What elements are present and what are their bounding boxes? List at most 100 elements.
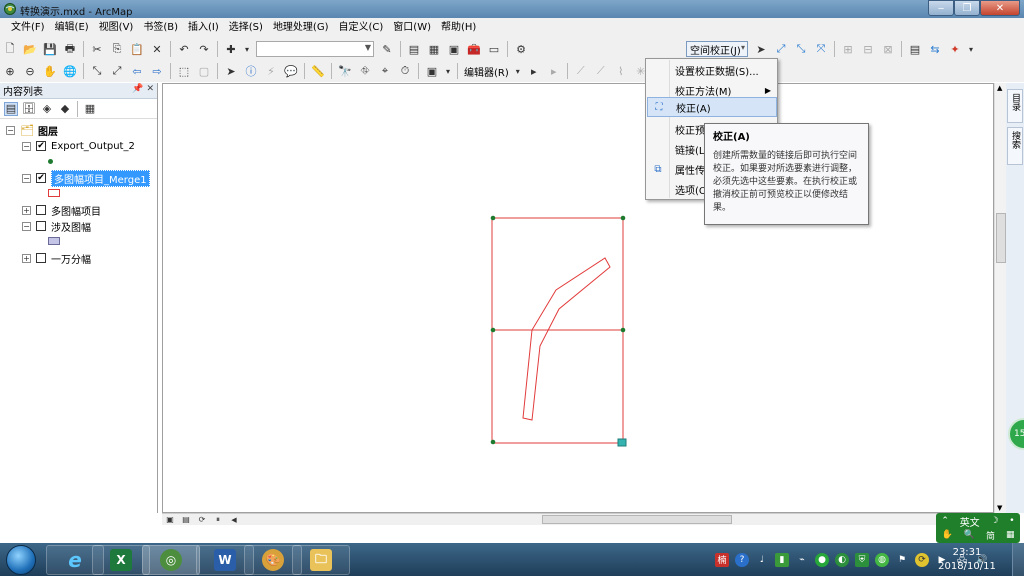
ime-grid-icon[interactable]: ▦ [1006, 530, 1015, 540]
map-scale-combo[interactable]: ▼ [256, 41, 374, 57]
identify-icon[interactable]: ⓘ [243, 63, 259, 79]
clear-selection-icon[interactable]: ▢ [196, 63, 212, 79]
pan-icon[interactable]: ✋ [42, 63, 58, 79]
vertex-point[interactable] [490, 439, 496, 445]
scroll-left-icon[interactable]: ◀ [228, 515, 240, 525]
edit-tool-icon[interactable]: ▸ [526, 63, 542, 79]
start-button[interactable] [6, 545, 36, 575]
layer-label[interactable]: 多图幅项目_Merge1 [51, 169, 150, 187]
map-vertical-scrollbar[interactable]: ▲ ▼ [994, 83, 1006, 513]
ime-toggle-icon[interactable]: ⌃ [941, 516, 949, 526]
time-slider-icon[interactable]: ⏱ [397, 63, 413, 79]
ime-language[interactable]: 英文 [960, 514, 980, 529]
catalog-tab[interactable]: 目录 [1007, 89, 1023, 123]
show-desktop-button[interactable] [1012, 543, 1024, 576]
print-icon[interactable]: 🖶 [62, 41, 78, 57]
menu-edit[interactable]: 编辑(E) [50, 18, 94, 38]
go-forward-icon[interactable]: ⇨ [149, 63, 165, 79]
help-icon[interactable]: ? [735, 552, 749, 567]
catalog-icon[interactable]: ▦ [426, 41, 442, 57]
vertex-point[interactable] [620, 327, 626, 333]
menu-help[interactable]: 帮助(H) [436, 18, 481, 38]
refresh-icon[interactable]: ⟳ [196, 515, 208, 525]
cut-icon[interactable]: ✂ [89, 41, 105, 57]
close-icon[interactable]: ✕ [146, 84, 154, 94]
pause-drawing-icon[interactable]: ⏸ [212, 515, 224, 525]
point-symbol[interactable] [48, 154, 53, 168]
layer-visibility-checkbox[interactable] [36, 253, 46, 263]
limited-adjustment-icon[interactable]: ⊟ [860, 41, 876, 57]
undo-icon[interactable]: ↶ [176, 41, 192, 57]
measure-icon[interactable]: 📏 [310, 63, 326, 79]
list-by-visibility-icon[interactable]: ◈ [40, 102, 54, 116]
moon-icon[interactable]: ☽ [990, 516, 998, 526]
go-to-xy-icon[interactable]: ⌖ [377, 63, 393, 79]
layers-root-row[interactable]: − 🗂 图层 [6, 123, 58, 138]
editor-dropdown-icon[interactable]: ▾ [514, 63, 522, 79]
straight-segment-icon[interactable]: ⟋ [573, 63, 589, 79]
menu-selection[interactable]: 选择(S) [224, 18, 268, 38]
list-by-selection-icon[interactable]: ◆ [58, 102, 72, 116]
ime-char-jian[interactable]: 简 [986, 529, 995, 542]
layer-row-multi-sheet[interactable]: + 多图幅项目 [22, 203, 101, 218]
layer-visibility-checkbox[interactable]: ✔ [36, 173, 46, 183]
toolbar-options-icon[interactable]: ▾ [967, 41, 975, 57]
find-icon[interactable]: 🔭 [337, 63, 353, 79]
vertex-point[interactable] [490, 327, 496, 333]
green-status-icon[interactable]: ● [815, 552, 829, 567]
modify-link-icon[interactable]: ⤡ [793, 41, 809, 57]
identity-link-icon[interactable]: ⊞ [840, 41, 856, 57]
mic-icon[interactable]: ♩ [755, 553, 769, 567]
zoom-in-icon[interactable]: ⊕ [2, 63, 18, 79]
menu-file[interactable]: 文件(F) [6, 18, 50, 38]
restore-button[interactable]: ❐ [954, 0, 980, 16]
python-window-icon[interactable]: ▭ [486, 41, 502, 57]
update-icon[interactable]: ⟳ [915, 552, 929, 567]
select-features-icon[interactable]: ⬚ [176, 63, 192, 79]
layer-label[interactable]: Export_Output_2 [51, 141, 135, 152]
minimize-button[interactable]: ‒ [928, 0, 954, 16]
menu-insert[interactable]: 插入(I) [183, 18, 224, 38]
html-popup-icon[interactable]: 💬 [283, 63, 299, 79]
data-view-icon[interactable]: ▣ [164, 515, 176, 525]
hand-icon[interactable]: ✋ [942, 530, 953, 540]
pin-icon[interactable]: 📌 [132, 84, 143, 94]
adjusted-feature-polygon[interactable] [522, 257, 611, 421]
close-button[interactable]: ✕ [980, 0, 1020, 16]
zoom-out-icon[interactable]: ⊖ [22, 63, 38, 79]
table-of-contents-icon[interactable]: ▤ [406, 41, 422, 57]
multiple-links-icon[interactable]: ⤧ [813, 41, 829, 57]
spatial-adjustment-menu[interactable]: 空间校正(J) ▾ [686, 41, 748, 57]
punctuation-icon[interactable]: • [1009, 516, 1014, 526]
fixed-zoom-in-icon[interactable]: ⤡ [89, 63, 105, 79]
layer-row-export-output[interactable]: − ✔ Export_Output_2 [22, 139, 135, 153]
taskbar-explorer[interactable]: 🗀 [292, 545, 350, 575]
wechat-icon[interactable]: ◍ [875, 552, 889, 567]
collapse-icon[interactable]: − [6, 125, 15, 135]
security-shield-icon[interactable]: ⛨ [855, 552, 869, 567]
expand-icon[interactable]: + [22, 253, 31, 263]
cpu-monitor-icon[interactable]: ⌁ [795, 553, 809, 567]
search-icon[interactable]: 🔍 [964, 530, 975, 540]
hyperlink-icon[interactable]: ⚡ [263, 63, 279, 79]
arctoolbox-icon[interactable]: 🧰 [466, 41, 482, 57]
editor-menu[interactable]: 编辑器(R) [461, 64, 512, 79]
view-link-table-icon[interactable]: ▤ [907, 41, 923, 57]
system-clock[interactable]: 23:31 2018/10/11 [932, 546, 1002, 574]
layer-visibility-checkbox[interactable] [36, 205, 46, 215]
menu-view[interactable]: 视图(V) [94, 18, 139, 38]
list-by-drawing-order-icon[interactable]: ▤ [4, 101, 18, 116]
horizontal-scrollbar-thumb[interactable] [542, 515, 732, 524]
create-viewer-window-icon[interactable]: ▣ [424, 63, 440, 79]
open-folder-icon[interactable]: 📂 [22, 41, 38, 57]
layer-label[interactable]: 一万分幅 [51, 251, 91, 266]
list-by-source-icon[interactable]: 🗄 [22, 102, 36, 116]
add-data-dropdown-icon[interactable]: ▾ [243, 41, 251, 57]
fill-symbol[interactable] [48, 234, 60, 248]
delete-icon[interactable]: ✕ [149, 41, 165, 57]
taskbar-arcmap[interactable]: ◎ [142, 545, 200, 575]
new-document-icon[interactable]: 🗋 [2, 41, 18, 57]
vertex-point[interactable] [620, 215, 626, 221]
search-tab[interactable]: 搜索 [1007, 127, 1023, 165]
menu-customize[interactable]: 自定义(C) [334, 18, 389, 38]
